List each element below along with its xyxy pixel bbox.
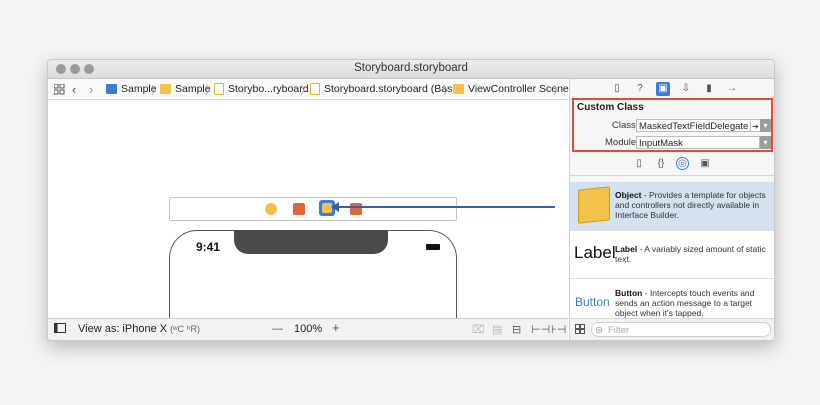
- object-cube-icon: [578, 186, 610, 224]
- zoom-out-button[interactable]: —: [272, 323, 283, 335]
- breadcrumb-item-storyboard[interactable]: Storybo...ryboard: [214, 82, 309, 96]
- title-bar: Storyboard.storyboard: [48, 60, 774, 79]
- object-library-icon[interactable]: ◎: [676, 157, 689, 170]
- embed-in-stack-icon[interactable]: ▤: [492, 323, 502, 336]
- breadcrumb-item-scene[interactable]: ViewController Scene: [453, 82, 569, 96]
- library-item-description: Label - A variably sized amount of stati…: [615, 244, 771, 264]
- module-field[interactable]: InputMask: [636, 136, 760, 149]
- zoom-level: 100%: [294, 323, 323, 335]
- chevron-right-icon: 〉: [553, 85, 564, 97]
- object-library-list: Object - Provides a template for objects…: [570, 182, 774, 318]
- shortcut-r: R): [190, 324, 201, 334]
- library-item-name: Label: [615, 244, 638, 254]
- library-item-label[interactable]: Label Label - A variably sized amount of…: [570, 230, 774, 279]
- forward-arrow-icon[interactable]: ›: [89, 82, 93, 97]
- inspector-pane: ▯ ? ▣ ⇩ ▮ → Custom Class Class MaskedTex…: [569, 79, 774, 340]
- scene-dock: [169, 197, 457, 221]
- xcode-window: Storyboard.storyboard ‹ › Sample 〉 Sampl…: [47, 59, 775, 341]
- canvas-bottom-bar: View as: iPhone X (ʷC ʰR) — 100% + ⌧ ▤ ⊟…: [48, 318, 568, 340]
- breadcrumb-item-folder[interactable]: Sample: [160, 82, 211, 96]
- view-as-device-button[interactable]: View as: iPhone X (ʷC ʰR): [78, 323, 200, 335]
- library-item-name: Object: [615, 190, 642, 200]
- shortcut-c: C: [177, 324, 184, 334]
- library-item-desc: - A variably sized amount of static text…: [615, 244, 766, 264]
- project-icon: [106, 84, 117, 94]
- phone-notch: [234, 230, 388, 254]
- file-template-icon[interactable]: ▯: [632, 157, 646, 171]
- label-thumbnail: Label: [574, 243, 616, 262]
- zoom-in-button[interactable]: +: [332, 320, 340, 335]
- view-controller-icon[interactable]: [265, 203, 277, 215]
- library-filter-input[interactable]: ⊜ Filter: [591, 322, 771, 337]
- battery-icon: [426, 244, 440, 250]
- breadcrumb-label: Storyboard.storyboard (Base): [324, 83, 462, 95]
- code-snippet-icon[interactable]: {}: [654, 157, 668, 171]
- breadcrumb-item-project[interactable]: Sample: [106, 82, 157, 96]
- library-item-name: Button: [615, 288, 643, 298]
- chevron-down-icon[interactable]: ▾: [760, 119, 771, 132]
- back-arrow-icon[interactable]: ‹: [72, 82, 76, 97]
- storyboard-file-icon: [310, 83, 320, 95]
- storyboard-file-icon: [214, 83, 224, 95]
- status-bar-time: 9:41: [196, 240, 221, 254]
- add-constraints-icon[interactable]: ⊢⊣: [531, 323, 550, 336]
- inspector-tabs: ▯ ? ▣ ⇩ ▮ →: [570, 79, 774, 100]
- folder-icon: [160, 84, 171, 94]
- attributes-inspector-icon[interactable]: ⇩: [679, 82, 693, 96]
- custom-class-section: Custom Class Class MaskedTextFieldDelega…: [572, 98, 773, 152]
- module-label: Module: [605, 137, 637, 148]
- media-library-icon[interactable]: ▣: [698, 157, 712, 171]
- grid-view-icon[interactable]: [575, 324, 585, 337]
- button-thumbnail: Button: [575, 295, 610, 309]
- document-outline-toggle-icon[interactable]: [54, 322, 66, 337]
- class-label: Class: [612, 120, 636, 131]
- breadcrumb-label: Storybo...ryboard: [228, 83, 309, 95]
- align-icon[interactable]: ⊟: [512, 323, 521, 336]
- library-item-description: Object - Provides a template for objects…: [615, 190, 771, 220]
- library-filter-bar: ⊜ Filter: [570, 318, 774, 340]
- resolve-issues-icon[interactable]: ⊦⊣: [551, 323, 566, 336]
- class-field[interactable]: MaskedTextFieldDelegate: [636, 119, 752, 132]
- library-tabs: ▯ {} ◎ ▣: [570, 153, 774, 176]
- exit-icon[interactable]: [350, 203, 362, 215]
- scene-icon: [453, 84, 464, 94]
- size-inspector-icon[interactable]: ▮: [702, 82, 716, 96]
- annotation-arrow-head: [331, 202, 339, 212]
- library-item-object[interactable]: Object - Provides a template for objects…: [570, 182, 774, 231]
- library-item-description: Button - Intercepts touch events and sen…: [615, 288, 771, 318]
- file-inspector-icon[interactable]: ▯: [610, 82, 624, 96]
- chevron-down-icon[interactable]: ▾: [760, 136, 771, 149]
- quick-help-icon[interactable]: ?: [633, 82, 647, 96]
- filter-placeholder: Filter: [608, 325, 630, 336]
- custom-class-title: Custom Class: [577, 102, 644, 113]
- storyboard-canvas[interactable]: 9:41: [48, 100, 568, 340]
- update-frames-icon[interactable]: ⌧: [472, 323, 485, 336]
- jump-bar: ‹ › Sample 〉 Sample 〉 Storybo...ryboard …: [48, 79, 569, 100]
- identity-inspector-icon[interactable]: ▣: [656, 82, 670, 96]
- view-as-label: View as: iPhone X: [78, 323, 168, 335]
- first-responder-icon[interactable]: [293, 203, 305, 215]
- annotation-arrow-line: [337, 206, 555, 208]
- connections-inspector-icon[interactable]: →: [725, 82, 739, 96]
- breadcrumb-item-storyboard-base[interactable]: Storyboard.storyboard (Base): [310, 82, 462, 96]
- grid-icon[interactable]: [54, 82, 65, 96]
- window-title: Storyboard.storyboard: [354, 62, 468, 74]
- filter-icon: ⊜: [595, 325, 603, 336]
